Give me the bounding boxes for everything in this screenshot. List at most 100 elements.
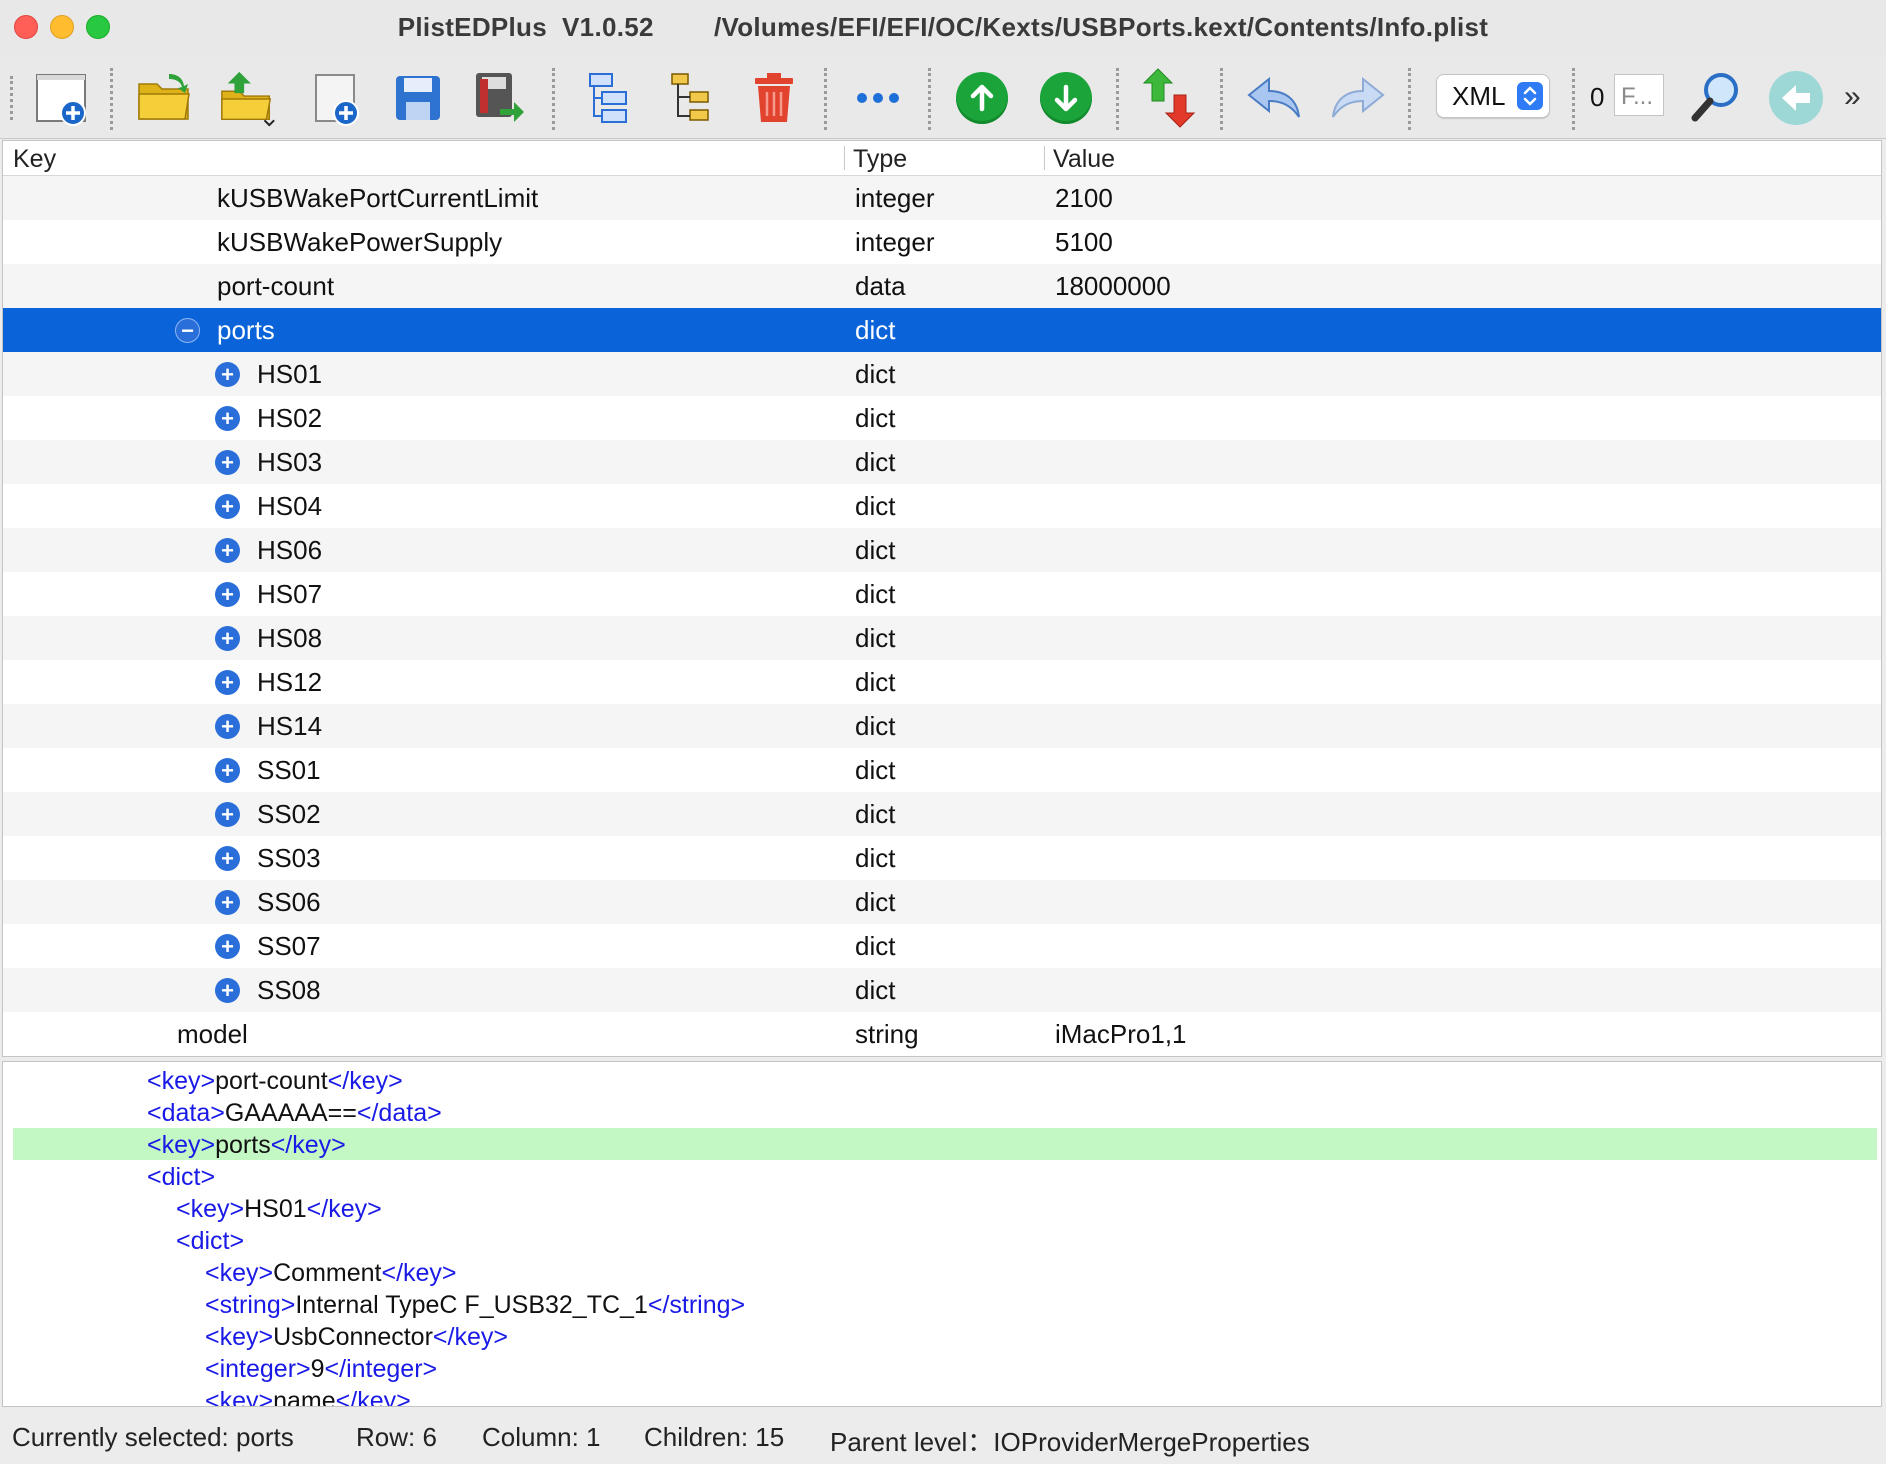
table-row[interactable]: + HS14 dict xyxy=(3,704,1881,748)
source-line: <integer>9</integer> xyxy=(13,1352,1877,1384)
table-row[interactable]: + HS08 dict xyxy=(3,616,1881,660)
xml-source-view[interactable]: <key>port-count</key> <data>GAAAAA==</dat… xyxy=(2,1061,1882,1407)
open-button[interactable] xyxy=(135,68,195,128)
expand-icon[interactable]: + xyxy=(215,450,240,475)
row-key: SS01 xyxy=(257,755,321,785)
column-header-type[interactable]: Type xyxy=(853,145,907,174)
table-row[interactable]: + HS07 dict xyxy=(3,572,1881,616)
save-button[interactable] xyxy=(388,68,448,128)
table-row[interactable]: + HS12 dict xyxy=(3,660,1881,704)
expand-icon[interactable]: + xyxy=(215,362,240,387)
table-row[interactable]: − ports dict xyxy=(3,308,1881,352)
toolbar-separator xyxy=(1220,68,1223,130)
row-type: string xyxy=(855,1019,919,1049)
expand-icon[interactable]: + xyxy=(215,978,240,1003)
source-line: <string>Internal TypeC F_USB32_TC_1</str… xyxy=(13,1288,1877,1320)
close-window-button[interactable] xyxy=(14,15,38,39)
toolbar-overflow-button[interactable]: » xyxy=(1844,80,1861,114)
delete-icon xyxy=(755,73,793,122)
plist-tree-table: Key Type Value kUSBWakePortCurrentLimit i… xyxy=(2,140,1882,1057)
table-row[interactable]: + SS03 dict xyxy=(3,836,1881,880)
move-down-icon xyxy=(1040,72,1092,124)
expand-icon[interactable]: + xyxy=(215,758,240,783)
expand-icon[interactable]: + xyxy=(215,626,240,651)
delete-button[interactable] xyxy=(744,68,804,128)
source-line: <dict> xyxy=(13,1224,1877,1256)
undo-button[interactable] xyxy=(1244,68,1304,128)
format-select[interactable]: XML xyxy=(1436,74,1550,118)
table-row[interactable]: + HS04 dict xyxy=(3,484,1881,528)
expand-icon[interactable]: + xyxy=(215,802,240,827)
move-up-button[interactable] xyxy=(952,68,1012,128)
find-button[interactable] xyxy=(1686,68,1746,128)
table-row[interactable]: + SS01 dict xyxy=(3,748,1881,792)
expand-icon[interactable]: + xyxy=(215,406,240,431)
table-row[interactable]: + SS08 dict xyxy=(3,968,1881,1012)
status-selected: Currently selected: ports xyxy=(12,1422,294,1452)
row-key: model xyxy=(177,1019,248,1049)
row-type: dict xyxy=(855,403,896,433)
xml-text: name xyxy=(273,1387,336,1407)
expand-icon[interactable]: + xyxy=(215,582,240,607)
back-button[interactable] xyxy=(1766,68,1826,128)
expand-icon[interactable]: + xyxy=(215,890,240,915)
open-recent-button[interactable] xyxy=(218,68,278,128)
column-divider[interactable] xyxy=(844,146,845,170)
expand-icon[interactable]: + xyxy=(215,846,240,871)
xml-close-tag: </key> xyxy=(432,1323,508,1351)
xml-close-tag: </data> xyxy=(356,1099,442,1127)
table-header: Key Type Value xyxy=(3,141,1881,176)
xml-open-tag: <integer> xyxy=(205,1355,311,1383)
save-as-button[interactable] xyxy=(468,68,528,128)
new-document-button[interactable] xyxy=(32,68,92,128)
expand-icon[interactable]: + xyxy=(215,670,240,695)
expand-icon[interactable]: + xyxy=(215,934,240,959)
redo-icon xyxy=(1332,76,1385,118)
table-row[interactable]: + HS06 dict xyxy=(3,528,1881,572)
expand-icon[interactable]: + xyxy=(215,538,240,563)
collapse-all-button[interactable] xyxy=(660,68,720,128)
row-type: dict xyxy=(855,623,896,653)
expand-icon[interactable]: + xyxy=(215,714,240,739)
table-row[interactable]: kUSBWakePortCurrentLimit integer 2100 xyxy=(3,176,1881,220)
table-row[interactable]: model string iMacPro1,1 xyxy=(3,1012,1881,1056)
table-row[interactable]: + SS02 dict xyxy=(3,792,1881,836)
collapse-icon[interactable]: − xyxy=(175,318,200,343)
minimize-window-button[interactable] xyxy=(50,15,74,39)
table-row[interactable]: kUSBWakePowerSupply integer 5100 xyxy=(3,220,1881,264)
more-icon xyxy=(857,93,899,103)
move-down-button[interactable] xyxy=(1036,68,1096,128)
table-row[interactable]: + SS06 dict xyxy=(3,880,1881,924)
expand-all-button[interactable] xyxy=(576,68,636,128)
expand-icon[interactable]: + xyxy=(215,494,240,519)
xml-close-tag: </key> xyxy=(381,1259,457,1287)
table-row[interactable]: port-count data 18000000 xyxy=(3,264,1881,308)
table-row[interactable]: + HS01 dict xyxy=(3,352,1881,396)
xml-open-tag: <key> xyxy=(205,1259,274,1287)
column-header-value[interactable]: Value xyxy=(1053,145,1115,174)
move-up-icon xyxy=(956,72,1008,124)
row-key: HS07 xyxy=(257,579,323,609)
toolbar-grip xyxy=(10,76,13,120)
xml-open-tag: <key> xyxy=(176,1195,245,1223)
redo-button[interactable] xyxy=(1328,68,1388,128)
column-header-key[interactable]: Key xyxy=(13,145,56,174)
format-select-value: XML xyxy=(1452,80,1506,111)
table-row[interactable]: + SS07 dict xyxy=(3,924,1881,968)
row-type: dict xyxy=(855,755,896,785)
expand-tree-icon xyxy=(589,73,627,123)
new-item-button[interactable] xyxy=(308,68,368,128)
xml-close-tag: </integer> xyxy=(324,1355,438,1383)
table-row[interactable]: + HS02 dict xyxy=(3,396,1881,440)
zoom-window-button[interactable] xyxy=(86,15,110,39)
table-row[interactable]: + HS03 dict xyxy=(3,440,1881,484)
more-button[interactable] xyxy=(848,68,908,128)
sort-button[interactable] xyxy=(1140,68,1200,128)
xml-text: UsbConnector xyxy=(273,1323,433,1351)
find-input[interactable]: F... xyxy=(1614,74,1664,116)
row-value: 2100 xyxy=(1055,183,1113,213)
row-type: dict xyxy=(855,491,896,521)
new-document-icon xyxy=(36,74,86,126)
column-divider[interactable] xyxy=(1044,146,1045,170)
row-key: HS02 xyxy=(257,403,323,433)
